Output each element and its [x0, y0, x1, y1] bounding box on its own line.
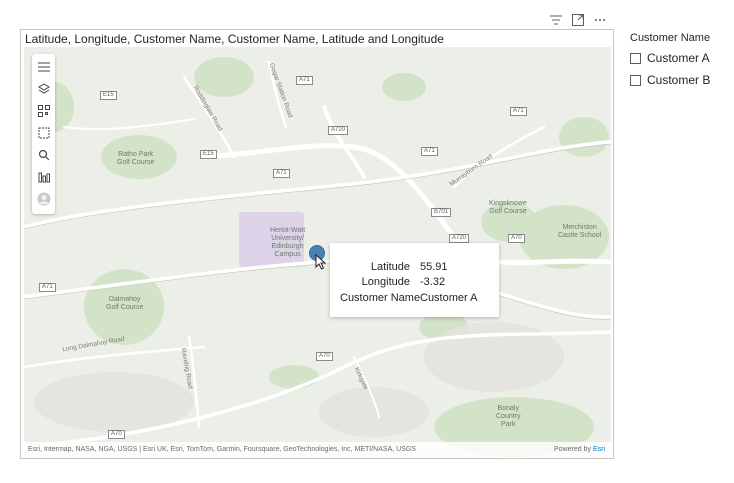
map-attribution: Esri, Intermap, NASA, NGA, USGS | Esri U… — [24, 442, 611, 457]
attribution-text: Esri, Intermap, NASA, NGA, USGS | Esri U… — [28, 446, 416, 453]
qr-icon[interactable] — [35, 102, 53, 120]
chart-icon[interactable] — [35, 168, 53, 186]
tooltip-value: -3.32 — [420, 276, 446, 289]
place-label: Dalmahoy Golf Course — [106, 296, 144, 311]
checkbox[interactable] — [630, 52, 641, 64]
place-label: Ratho Park Golf Course — [117, 151, 155, 166]
filter-icon[interactable] — [548, 13, 563, 28]
slicer-item-label: Customer A — [647, 51, 710, 65]
select-icon[interactable] — [35, 124, 53, 142]
road-badge: A71 — [273, 169, 290, 178]
road-badge: B701 — [431, 208, 452, 217]
map-tooltip: Latitude 55.91 Longitude -3.32 Customer … — [330, 243, 499, 317]
road-badge: A71 — [296, 76, 313, 85]
slicer-item-customer-b[interactable]: Customer B — [630, 70, 730, 90]
slicer-title: Customer Name — [630, 32, 711, 44]
user-icon[interactable] — [35, 190, 53, 208]
place-label: Kingsknowe Golf Course — [489, 200, 527, 215]
visual-header — [548, 12, 614, 28]
place-label: Merchiston Castle School — [558, 224, 602, 239]
road-badge: A71 — [39, 283, 56, 292]
tooltip-key: Longitude — [361, 276, 410, 289]
search-icon[interactable] — [35, 146, 53, 164]
map-toolbar — [32, 54, 55, 214]
powered-by-prefix: Powered by — [554, 446, 591, 453]
checkbox[interactable] — [630, 74, 641, 86]
road-badge: A70 — [108, 430, 125, 439]
tooltip-key: Customer Name — [340, 291, 421, 304]
road-badge: A70 — [508, 234, 525, 243]
map-visual: Latitude, Longitude, Customer Name, Cust… — [20, 29, 614, 459]
focus-mode-icon[interactable] — [570, 13, 585, 28]
road-badge: A720 — [328, 126, 349, 135]
customer-name-slicer: Customer Name Customer A Customer B — [630, 32, 730, 90]
tooltip-key: Latitude — [370, 260, 410, 273]
place-label: Heriot-Watt University/ Edinburgh Campus — [270, 227, 306, 258]
layers-icon[interactable] — [35, 80, 53, 98]
place-label: Bonaly Country Park — [496, 405, 521, 428]
powered-by: Powered by Esri — [554, 446, 605, 453]
tooltip-value: 55.91 — [420, 260, 448, 273]
tooltip-row: Longitude -3.32 — [340, 275, 487, 291]
slicer-item-label: Customer B — [647, 73, 711, 87]
road-badge: A71 — [510, 107, 527, 116]
slicer-item-customer-a[interactable]: Customer A — [630, 48, 730, 68]
map-canvas[interactable]: Ratho Park Golf Course Heriot-Watt Unive… — [24, 47, 611, 457]
tooltip-value: Customer A — [420, 291, 478, 304]
road-badge: E15 — [100, 91, 117, 100]
road-badge: A720 — [449, 234, 470, 243]
road-badge: A71 — [421, 147, 438, 156]
cursor-icon — [315, 254, 327, 270]
map-title: Latitude, Longitude, Customer Name, Cust… — [25, 32, 444, 46]
road-badge: A70 — [316, 352, 333, 361]
tooltip-row: Latitude 55.91 — [340, 259, 487, 275]
menu-icon[interactable] — [35, 58, 53, 76]
road-badge: E15 — [200, 150, 217, 159]
more-options-icon[interactable] — [592, 13, 607, 28]
esri-link[interactable]: Esri — [593, 446, 605, 453]
tooltip-row: Customer Name Customer A — [340, 290, 487, 306]
